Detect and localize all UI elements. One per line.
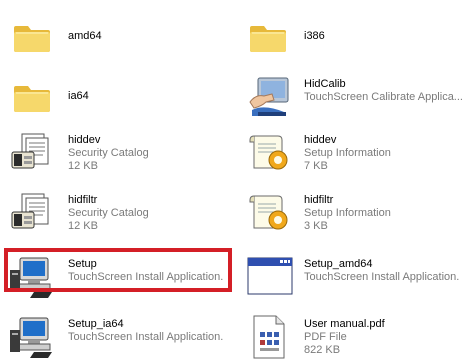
file-name: amd64	[68, 30, 102, 42]
file-size: 3 KB	[304, 220, 328, 232]
file-type: TouchScreen Calibrate Applica...	[304, 91, 463, 103]
calibrate-app-icon	[244, 72, 296, 120]
setup-computer-icon	[8, 312, 60, 360]
file-name: Setup_amd64	[304, 258, 373, 270]
pdf-file-icon	[244, 312, 296, 360]
folder-icon	[244, 12, 296, 60]
file-name: hiddev	[304, 134, 337, 146]
file-name: i386	[304, 30, 325, 42]
file-type: TouchScreen Install Application.	[68, 331, 224, 343]
file-size: 822 KB	[304, 344, 341, 356]
setup-information-icon	[244, 188, 296, 236]
file-item-hidfiltr-catalog[interactable]: hidfiltr Security Catalog 12 KB	[8, 188, 238, 236]
file-item-i386[interactable]: i386	[244, 12, 474, 60]
file-item-hiddev-catalog[interactable]: hiddev Security Catalog 12 KB	[8, 128, 238, 176]
security-catalog-icon	[8, 128, 60, 176]
file-item-amd64[interactable]: amd64	[8, 12, 238, 60]
application-window-icon	[244, 252, 296, 300]
file-item-hiddev-setup-info[interactable]: hiddev Setup Information 7 KB	[244, 128, 474, 176]
file-size: 12 KB	[68, 160, 98, 172]
file-item-setup-amd64[interactable]: Setup_amd64 TouchScreen Install Applicat…	[244, 252, 474, 300]
file-name: ia64	[68, 90, 89, 102]
file-type: Setup Information	[304, 147, 391, 159]
file-item-user-manual[interactable]: User manual.pdf PDF File 822 KB	[244, 312, 474, 360]
file-type: Security Catalog	[68, 147, 149, 159]
file-size: 12 KB	[68, 220, 98, 232]
file-type: PDF File	[304, 331, 347, 343]
folder-icon	[8, 12, 60, 60]
file-size: 7 KB	[304, 160, 328, 172]
folder-icon	[8, 72, 60, 120]
file-name: User manual.pdf	[304, 318, 385, 330]
file-name: HidCalib	[304, 78, 346, 90]
file-type: TouchScreen Install Application.	[304, 271, 460, 283]
file-list-pane: amd64 i386 ia64 HidCalib TouchScreen Cal…	[0, 0, 476, 364]
security-catalog-icon	[8, 188, 60, 236]
file-item-setup-ia64[interactable]: Setup_ia64 TouchScreen Install Applicati…	[8, 312, 238, 360]
file-item-hidfiltr-setup-info[interactable]: hidfiltr Setup Information 3 KB	[244, 188, 474, 236]
file-name: hidfiltr	[68, 194, 98, 206]
file-type: Setup Information	[304, 207, 391, 219]
file-item-ia64[interactable]: ia64	[8, 72, 238, 120]
highlight-box	[4, 248, 232, 292]
file-name: hiddev	[68, 134, 101, 146]
file-name: Setup_ia64	[68, 318, 124, 330]
file-name: hidfiltr	[304, 194, 334, 206]
file-type: Security Catalog	[68, 207, 149, 219]
setup-information-icon	[244, 128, 296, 176]
file-item-hidcalib[interactable]: HidCalib TouchScreen Calibrate Applica..…	[244, 72, 474, 120]
